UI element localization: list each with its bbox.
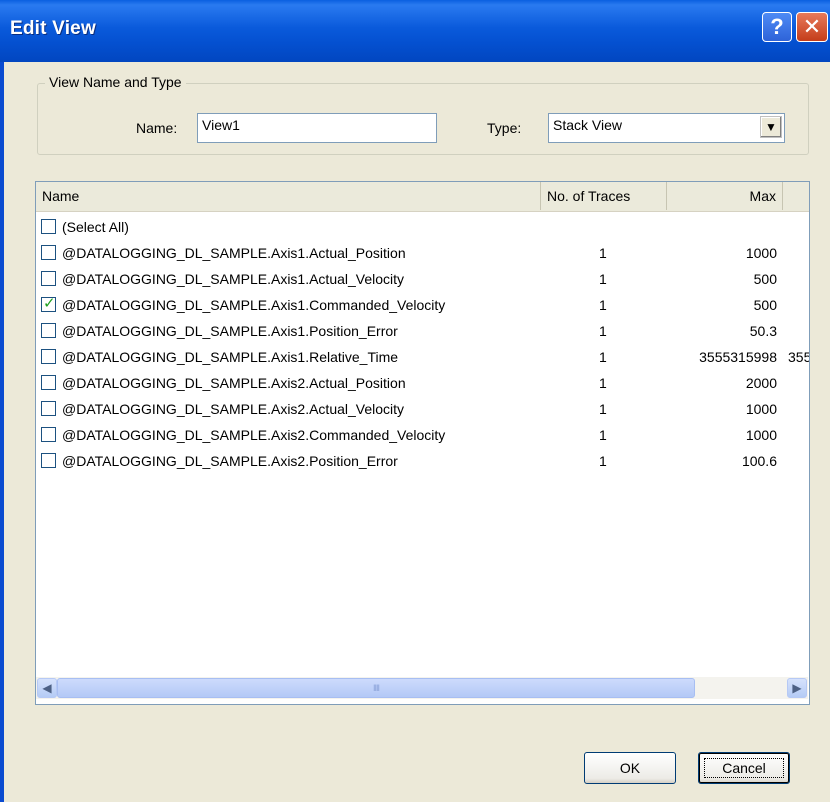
row-traces: 1 xyxy=(599,401,607,417)
list-header: Name No. of Traces Max xyxy=(36,182,809,212)
window-title: Edit View xyxy=(10,18,96,39)
row-max: 1000 xyxy=(745,401,777,417)
row-checkbox[interactable] xyxy=(41,401,56,416)
column-header-traces[interactable]: No. of Traces xyxy=(541,182,667,210)
list-item[interactable]: @DATALOGGING_DL_SAMPLE.Axis2.Commanded_V… xyxy=(36,423,809,449)
row-extra: 355 xyxy=(788,349,810,365)
list-item[interactable]: (Select All) xyxy=(36,215,809,241)
list-item[interactable]: @DATALOGGING_DL_SAMPLE.Axis1.Position_Er… xyxy=(36,319,809,345)
close-button[interactable]: ✕ xyxy=(796,12,828,42)
row-traces: 1 xyxy=(599,375,607,391)
row-checkbox[interactable] xyxy=(41,427,56,442)
row-checkbox[interactable] xyxy=(41,453,56,468)
row-traces: 1 xyxy=(599,427,607,443)
type-label: Type: xyxy=(487,120,522,136)
row-checkbox[interactable] xyxy=(41,294,56,312)
window-frame-left xyxy=(0,62,4,802)
cancel-button[interactable]: Cancel xyxy=(698,752,790,784)
row-traces: 1 xyxy=(599,349,607,365)
row-max: 1000 xyxy=(745,427,777,443)
list-item[interactable]: @DATALOGGING_DL_SAMPLE.Axis2.Actual_Posi… xyxy=(36,371,809,397)
list-item[interactable]: @DATALOGGING_DL_SAMPLE.Axis1.Commanded_V… xyxy=(36,293,809,319)
title-bar[interactable]: Edit View ? ✕ xyxy=(0,0,830,62)
column-header-extra[interactable] xyxy=(783,182,809,210)
row-name: @DATALOGGING_DL_SAMPLE.Axis1.Position_Er… xyxy=(62,323,398,339)
row-checkbox[interactable] xyxy=(41,245,56,260)
row-checkbox[interactable] xyxy=(41,349,56,364)
row-name: @DATALOGGING_DL_SAMPLE.Axis1.Commanded_V… xyxy=(62,297,446,313)
arrow-right-icon: ▶ xyxy=(792,681,802,695)
list-item[interactable]: @DATALOGGING_DL_SAMPLE.Axis2.Position_Er… xyxy=(36,449,809,475)
row-max: 500 xyxy=(753,297,777,313)
row-max: 2000 xyxy=(745,375,777,391)
scroll-right-button[interactable]: ▶ xyxy=(787,678,807,698)
row-max: 100.6 xyxy=(741,453,777,469)
row-max: 1000 xyxy=(745,245,777,261)
row-traces: 1 xyxy=(599,271,607,287)
horizontal-scrollbar[interactable]: ◀ IIII ▶ xyxy=(36,677,808,699)
list-item[interactable]: @DATALOGGING_DL_SAMPLE.Axis1.Actual_Velo… xyxy=(36,267,809,293)
row-name: @DATALOGGING_DL_SAMPLE.Axis1.Relative_Ti… xyxy=(62,349,399,365)
row-max: 500 xyxy=(753,271,777,287)
row-name: @DATALOGGING_DL_SAMPLE.Axis2.Position_Er… xyxy=(62,453,398,469)
row-checkbox[interactable] xyxy=(41,323,56,338)
group-legend: View Name and Type xyxy=(45,74,186,90)
close-icon: ✕ xyxy=(802,14,822,39)
row-checkbox[interactable] xyxy=(41,271,56,286)
row-name: @DATALOGGING_DL_SAMPLE.Axis2.Commanded_V… xyxy=(62,427,446,443)
row-name: @DATALOGGING_DL_SAMPLE.Axis2.Actual_Posi… xyxy=(62,375,406,391)
list-item[interactable]: @DATALOGGING_DL_SAMPLE.Axis1.Actual_Posi… xyxy=(36,241,809,267)
column-header-name[interactable]: Name xyxy=(36,182,541,210)
scroll-left-button[interactable]: ◀ xyxy=(37,678,57,698)
type-dropdown-button[interactable]: ▼ xyxy=(760,116,782,138)
chevron-down-icon: ▼ xyxy=(765,120,777,134)
row-traces: 1 xyxy=(599,453,607,469)
type-select[interactable]: Stack View ▼ xyxy=(548,113,785,143)
scrollbar-thumb[interactable]: IIII xyxy=(57,678,695,698)
list-item[interactable]: @DATALOGGING_DL_SAMPLE.Axis1.Relative_Ti… xyxy=(36,345,809,371)
row-checkbox[interactable] xyxy=(41,219,56,234)
arrow-left-icon: ◀ xyxy=(42,681,52,695)
row-name: @DATALOGGING_DL_SAMPLE.Axis1.Actual_Velo… xyxy=(62,271,405,287)
help-button[interactable]: ? xyxy=(762,12,792,42)
trace-list[interactable]: Name No. of Traces Max (Select All) @DATA… xyxy=(35,181,810,705)
row-checkbox[interactable] xyxy=(41,375,56,390)
column-header-max[interactable]: Max xyxy=(667,182,783,210)
row-traces: 1 xyxy=(599,323,607,339)
ok-button[interactable]: OK xyxy=(584,752,676,784)
row-name: @DATALOGGING_DL_SAMPLE.Axis1.Actual_Posi… xyxy=(62,245,406,261)
name-label: Name: xyxy=(136,120,178,136)
grip-icon: IIII xyxy=(372,683,380,693)
focus-rect xyxy=(704,758,784,778)
name-input-value: View1 xyxy=(202,117,240,133)
type-select-value: Stack View xyxy=(553,117,622,133)
name-input[interactable]: View1 xyxy=(197,113,437,143)
row-traces: 1 xyxy=(599,245,607,261)
ok-button-label: OK xyxy=(619,760,641,776)
row-traces: 1 xyxy=(599,297,607,313)
row-name: (Select All) xyxy=(62,219,129,235)
row-name: @DATALOGGING_DL_SAMPLE.Axis2.Actual_Velo… xyxy=(62,401,405,417)
list-item[interactable]: @DATALOGGING_DL_SAMPLE.Axis2.Actual_Velo… xyxy=(36,397,809,423)
row-max: 50.3 xyxy=(749,323,777,339)
row-max: 3555315998 xyxy=(699,349,777,365)
help-icon: ? xyxy=(770,14,784,39)
